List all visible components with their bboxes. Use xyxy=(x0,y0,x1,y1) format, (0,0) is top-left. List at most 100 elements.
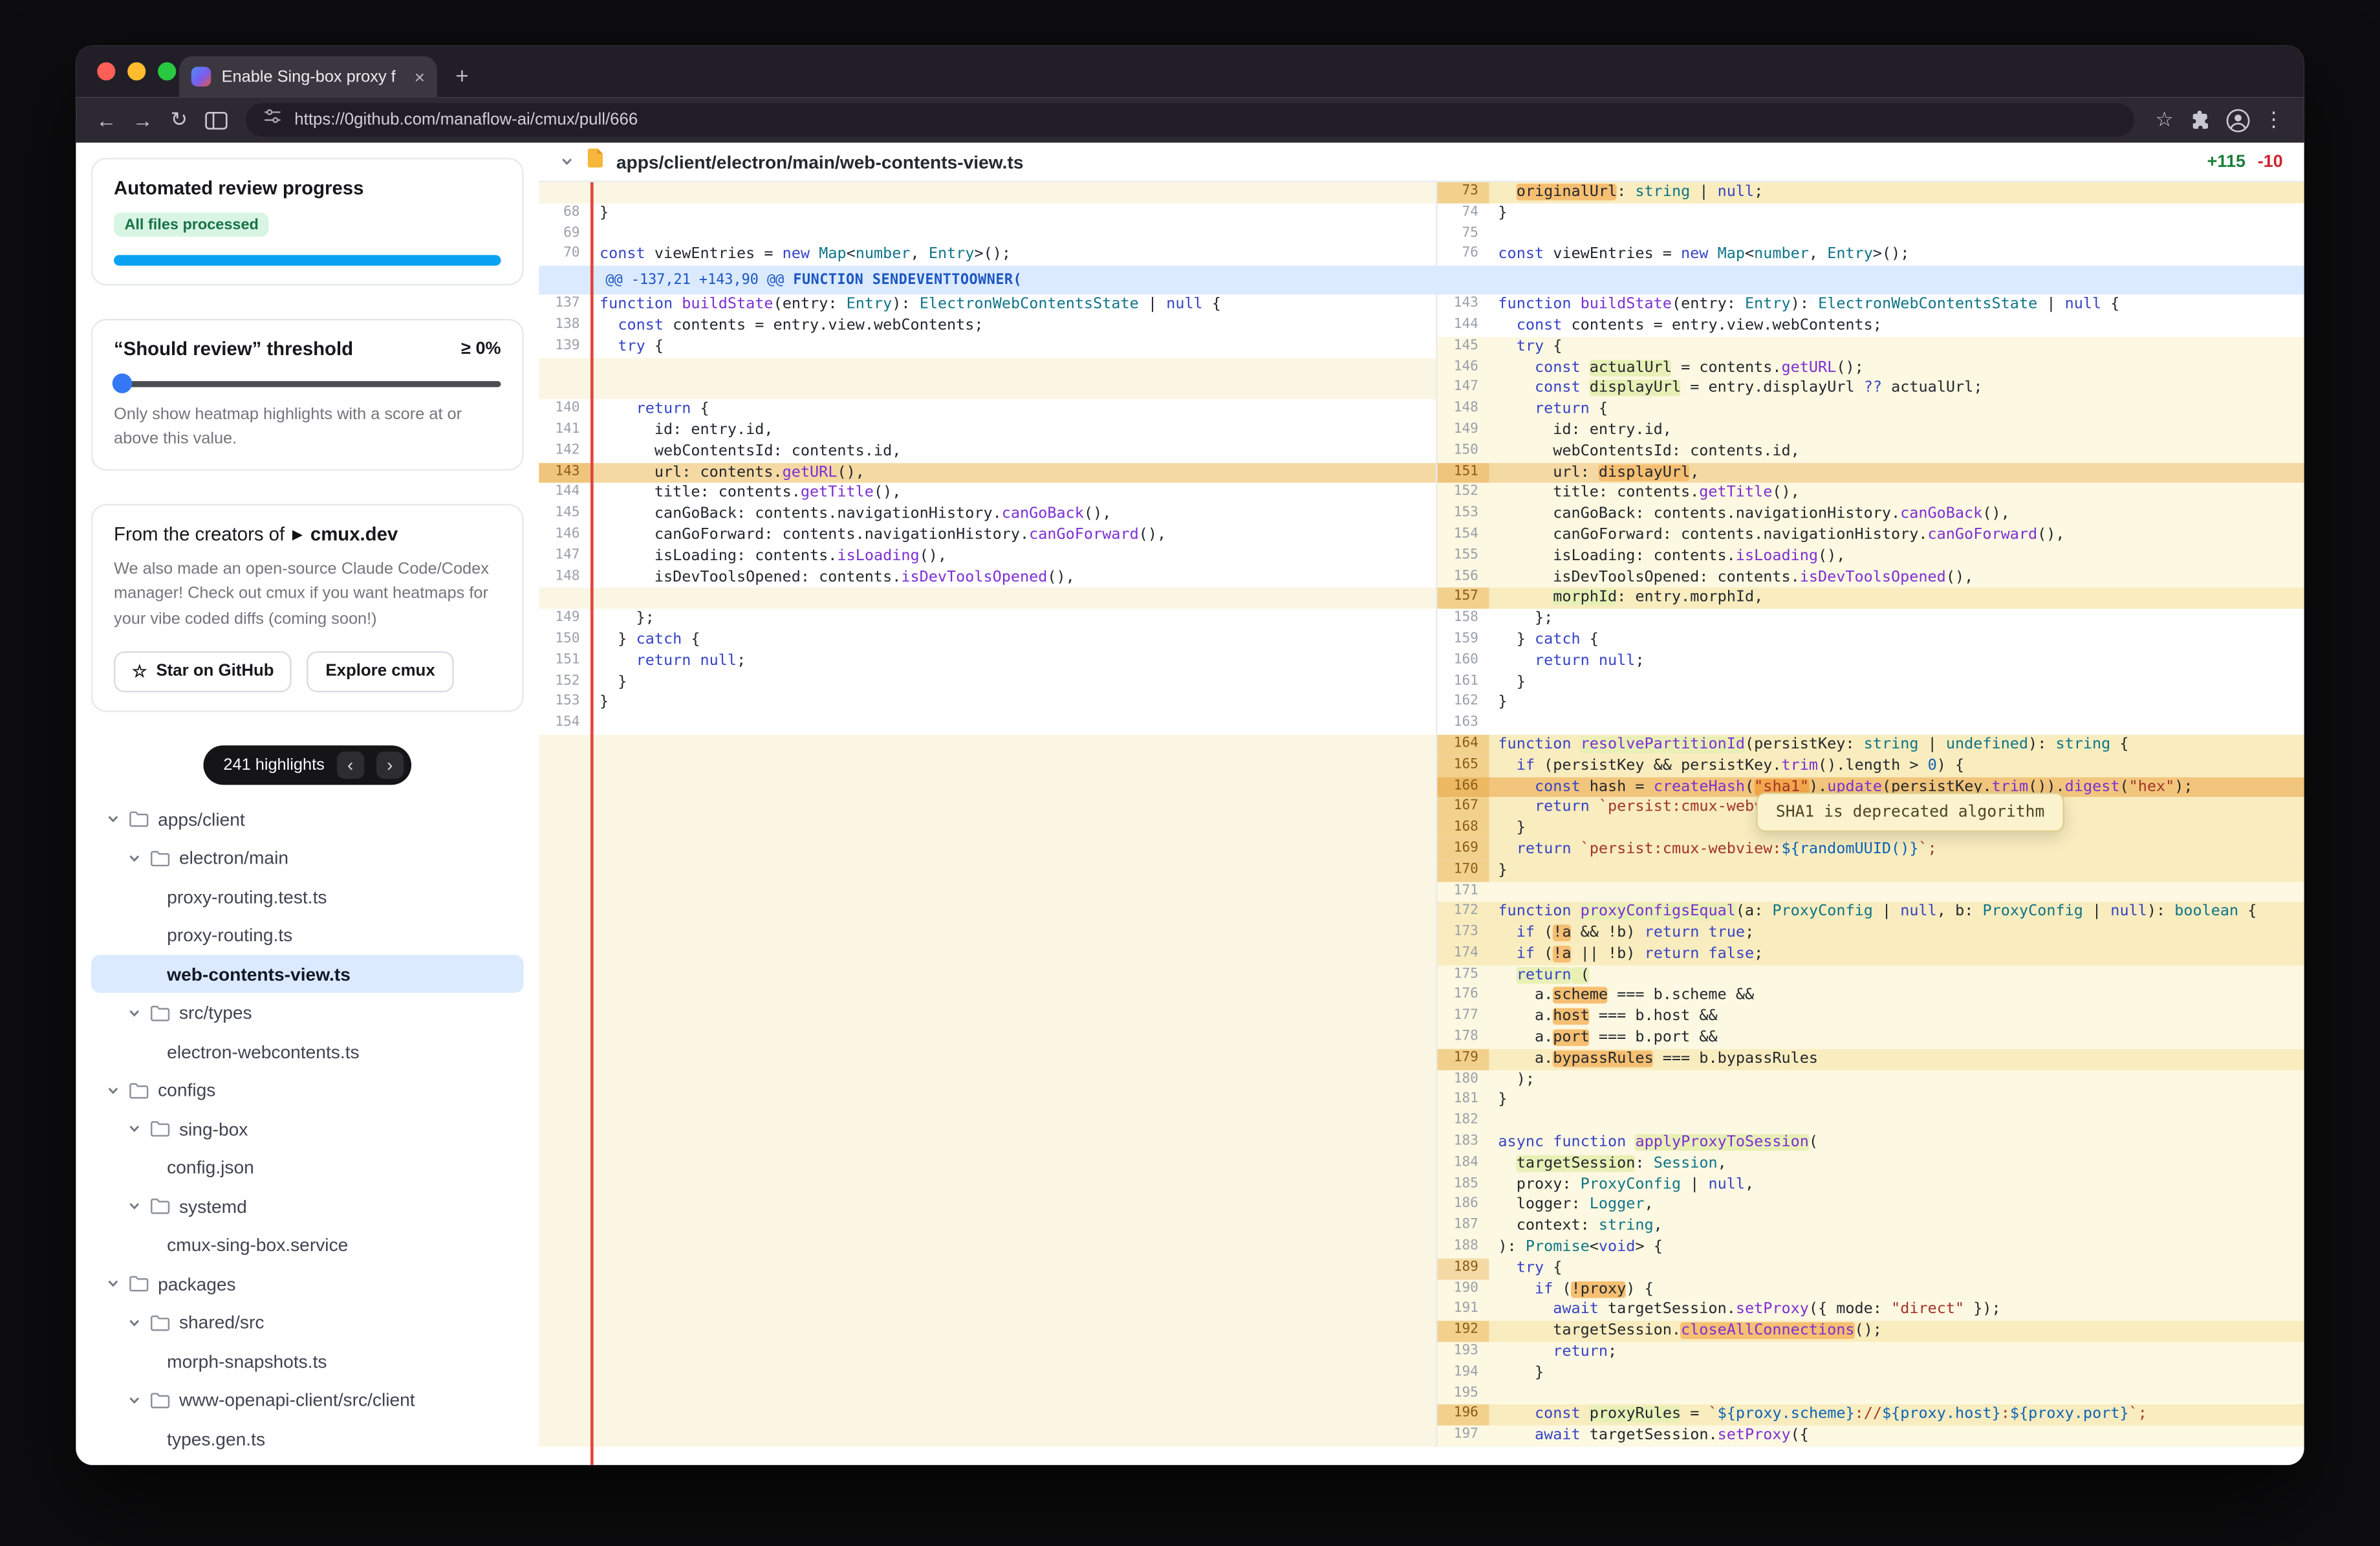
line-number[interactable]: 146 xyxy=(1438,358,1489,378)
line-number[interactable]: 192 xyxy=(1438,1321,1489,1342)
line-number[interactable]: 154 xyxy=(1438,525,1489,546)
line-number[interactable]: 168 xyxy=(1438,818,1489,839)
tree-folder-systemd[interactable]: systemd xyxy=(91,1187,524,1226)
line-number[interactable]: 147 xyxy=(539,546,590,567)
line-number[interactable]: 160 xyxy=(1438,651,1489,671)
line-number[interactable]: 75 xyxy=(1438,224,1489,245)
tree-folder-configs[interactable]: configs xyxy=(91,1071,524,1109)
tree-folder-shared/src[interactable]: shared/src xyxy=(91,1303,524,1342)
tree-file-types.gen.ts[interactable]: types.gen.ts xyxy=(91,1419,524,1458)
line-number[interactable]: 148 xyxy=(1438,400,1489,420)
tree-folder-apps/client[interactable]: apps/client xyxy=(91,800,524,838)
line-number[interactable]: 150 xyxy=(539,630,590,651)
line-number[interactable]: 139 xyxy=(539,337,590,358)
explore-cmux-button[interactable]: Explore cmux xyxy=(307,651,453,691)
new-tab-button[interactable]: + xyxy=(455,65,469,88)
tree-folder-src/types[interactable]: src/types xyxy=(91,994,524,1032)
line-number[interactable]: 73 xyxy=(1438,182,1489,203)
tree-file-proxy-routing.test.ts[interactable]: proxy-routing.test.ts xyxy=(91,877,524,916)
reload-button[interactable]: ↻ xyxy=(161,102,197,138)
line-number[interactable]: 151 xyxy=(1438,463,1489,483)
line-number[interactable]: 142 xyxy=(539,441,590,462)
line-number[interactable]: 171 xyxy=(1438,881,1489,902)
line-number[interactable]: 141 xyxy=(539,420,590,441)
chevron-down-icon[interactable] xyxy=(127,1199,141,1213)
line-number[interactable]: 163 xyxy=(1438,713,1489,734)
chevron-down-icon[interactable] xyxy=(127,851,141,865)
line-number[interactable]: 187 xyxy=(1438,1216,1489,1237)
line-number[interactable]: 145 xyxy=(1438,337,1489,358)
line-number[interactable]: 170 xyxy=(1438,860,1489,881)
line-number[interactable]: 156 xyxy=(1438,567,1489,588)
file-path[interactable]: apps/client/electron/main/web-contents-v… xyxy=(616,151,1024,173)
line-number[interactable]: 165 xyxy=(1438,756,1489,776)
chevron-down-icon[interactable] xyxy=(127,1122,141,1136)
line-number[interactable]: 69 xyxy=(539,224,590,245)
line-number[interactable]: 178 xyxy=(1438,1028,1489,1049)
line-number[interactable]: 172 xyxy=(1438,902,1489,923)
chevron-down-icon[interactable] xyxy=(106,812,120,826)
line-number[interactable]: 193 xyxy=(1438,1342,1489,1363)
next-highlight-button[interactable]: › xyxy=(376,751,404,778)
slider-thumb[interactable] xyxy=(113,373,133,393)
bookmark-star-icon[interactable]: ☆ xyxy=(2147,102,2183,138)
line-number[interactable]: 140 xyxy=(539,400,590,420)
line-number[interactable]: 144 xyxy=(539,483,590,504)
tree-file-morph-snapshots.ts[interactable]: morph-snapshots.ts xyxy=(91,1342,524,1380)
line-number[interactable]: 74 xyxy=(1438,203,1489,224)
tree-folder-www-openapi-client/src/client[interactable]: www-openapi-client/src/client xyxy=(91,1380,524,1419)
line-number[interactable]: 182 xyxy=(1438,1112,1489,1133)
profile-avatar-icon[interactable] xyxy=(2219,102,2255,138)
line-number[interactable]: 179 xyxy=(1438,1049,1489,1069)
threshold-slider[interactable] xyxy=(114,381,501,387)
line-number[interactable]: 149 xyxy=(1438,420,1489,441)
line-number[interactable]: 169 xyxy=(1438,840,1489,860)
line-number[interactable]: 70 xyxy=(539,245,590,266)
line-number[interactable]: 186 xyxy=(1438,1195,1489,1216)
line-number[interactable]: 180 xyxy=(1438,1070,1489,1091)
star-on-github-button[interactable]: ☆Star on GitHub xyxy=(114,651,292,691)
chevron-down-icon[interactable] xyxy=(127,1393,141,1407)
line-number[interactable]: 149 xyxy=(539,609,590,629)
line-number[interactable]: 153 xyxy=(539,693,590,713)
line-number[interactable]: 147 xyxy=(1438,378,1489,399)
line-number[interactable]: 189 xyxy=(1438,1258,1489,1279)
tree-file-config.json[interactable]: config.json xyxy=(91,1148,524,1187)
tree-file-cmux-sing-box.service[interactable]: cmux-sing-box.service xyxy=(91,1226,524,1265)
line-number[interactable]: 194 xyxy=(1438,1363,1489,1384)
tree-folder-sing-box[interactable]: sing-box xyxy=(91,1109,524,1148)
line-number[interactable]: 152 xyxy=(539,672,590,693)
line-number[interactable]: 158 xyxy=(1438,609,1489,629)
side-panel-icon[interactable] xyxy=(197,102,233,138)
line-number[interactable]: 176 xyxy=(1438,986,1489,1007)
browser-tab[interactable]: Enable Sing-box proxy f × xyxy=(179,56,437,97)
tree-file-web-contents-view.ts[interactable]: web-contents-view.ts xyxy=(91,955,524,994)
zoom-window-button[interactable] xyxy=(158,62,176,80)
prev-highlight-button[interactable]: ‹ xyxy=(337,751,364,778)
line-number[interactable]: 76 xyxy=(1438,245,1489,266)
chevron-down-icon[interactable] xyxy=(127,1006,141,1019)
line-number[interactable]: 197 xyxy=(1438,1426,1489,1446)
line-number[interactable]: 145 xyxy=(539,505,590,525)
line-number[interactable]: 188 xyxy=(1438,1237,1489,1258)
line-number[interactable]: 68 xyxy=(539,203,590,224)
minimize-window-button[interactable] xyxy=(127,62,146,80)
forward-button[interactable]: → xyxy=(124,102,160,138)
line-number[interactable]: 154 xyxy=(539,713,590,734)
back-button[interactable]: ← xyxy=(88,102,124,138)
line-number[interactable]: 155 xyxy=(1438,546,1489,567)
line-number[interactable]: 190 xyxy=(1438,1279,1489,1300)
line-number[interactable]: 174 xyxy=(1438,944,1489,965)
line-number[interactable]: 196 xyxy=(1438,1405,1489,1426)
line-number[interactable]: 195 xyxy=(1438,1384,1489,1405)
collapse-file-chevron-icon[interactable] xyxy=(560,148,574,175)
line-number[interactable]: 151 xyxy=(539,651,590,671)
line-number[interactable]: 150 xyxy=(1438,441,1489,462)
line-number[interactable]: 183 xyxy=(1438,1133,1489,1153)
line-number[interactable]: 157 xyxy=(1438,588,1489,609)
line-number[interactable]: 181 xyxy=(1438,1091,1489,1111)
line-number[interactable]: 166 xyxy=(1438,776,1489,797)
extensions-icon[interactable] xyxy=(2183,102,2219,138)
line-number[interactable]: 137 xyxy=(539,295,590,316)
line-number[interactable]: 146 xyxy=(539,525,590,546)
